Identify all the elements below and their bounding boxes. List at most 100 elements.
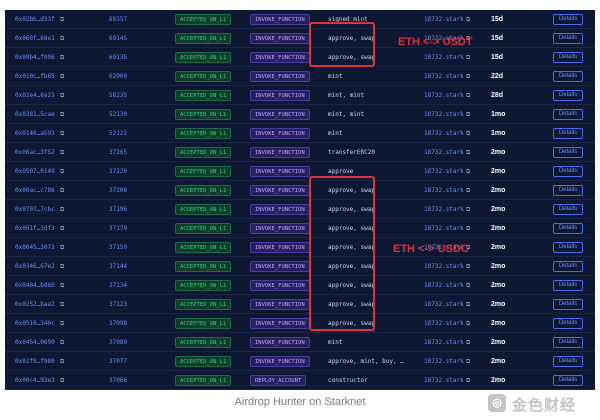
details-button[interactable]: Details — [553, 356, 583, 367]
copy-icon[interactable]: ⧉ — [466, 371, 474, 390]
copy-icon[interactable]: ⧉ — [60, 371, 68, 390]
copy-icon[interactable]: ⧉ — [466, 105, 474, 124]
copy-icon[interactable]: ⧉ — [60, 314, 68, 333]
sender-link[interactable]: 18732.stark — [424, 181, 470, 200]
block-number-link[interactable]: 37066 — [109, 371, 139, 390]
copy-icon[interactable]: ⧉ — [466, 257, 474, 276]
block-number-link[interactable]: 52130 — [109, 105, 139, 124]
copy-icon[interactable]: ⧉ — [60, 257, 68, 276]
sender-link[interactable]: 18732.stark — [424, 257, 470, 276]
copy-icon[interactable]: ⧉ — [466, 352, 474, 371]
details-button[interactable]: Details — [553, 185, 583, 196]
copy-icon[interactable]: ⧉ — [466, 314, 474, 333]
details-button[interactable]: Details — [553, 299, 583, 310]
details-button[interactable]: Details — [553, 109, 583, 120]
copy-icon[interactable]: ⧉ — [466, 219, 474, 238]
block-number-link[interactable]: 37196 — [109, 200, 139, 219]
block-number-link[interactable]: 37123 — [109, 295, 139, 314]
block-number-link[interactable]: 69135 — [109, 48, 139, 67]
copy-icon[interactable]: ⧉ — [60, 276, 68, 295]
sender-link[interactable]: 18732.stark — [424, 105, 470, 124]
copy-icon[interactable]: ⧉ — [466, 333, 474, 352]
block-number-link[interactable]: 62900 — [109, 67, 139, 86]
copy-icon[interactable]: ⧉ — [466, 276, 474, 295]
block-number-link[interactable]: 37159 — [109, 238, 139, 257]
block-number-link[interactable]: 69157 — [109, 10, 139, 29]
copy-icon[interactable]: ⧉ — [60, 333, 68, 352]
copy-icon[interactable]: ⧉ — [60, 29, 68, 48]
sender-link[interactable]: 18732.stark — [424, 162, 470, 181]
sender-link[interactable]: 18732.stark — [424, 333, 470, 352]
sender-link[interactable]: 18732.stark — [424, 10, 470, 29]
sender-link[interactable]: 18732.stark — [424, 295, 470, 314]
details-button[interactable]: Details — [553, 52, 583, 63]
block-number-link[interactable]: 37134 — [109, 276, 139, 295]
details-button[interactable]: Details — [553, 166, 583, 177]
block-number-link[interactable]: 58235 — [109, 86, 139, 105]
copy-icon[interactable]: ⧉ — [60, 181, 68, 200]
sender-link[interactable]: 18732.stark — [424, 86, 470, 105]
copy-icon[interactable]: ⧉ — [60, 143, 68, 162]
block-number-link[interactable]: 37220 — [109, 162, 139, 181]
copy-icon[interactable]: ⧉ — [466, 48, 474, 67]
copy-icon[interactable]: ⧉ — [466, 143, 474, 162]
details-button[interactable]: Details — [553, 223, 583, 234]
details-button[interactable]: Details — [553, 14, 583, 25]
copy-icon[interactable]: ⧉ — [60, 10, 68, 29]
copy-icon[interactable]: ⧉ — [60, 86, 68, 105]
block-number-link[interactable]: 37179 — [109, 219, 139, 238]
copy-icon[interactable]: ⧉ — [60, 219, 68, 238]
copy-icon[interactable]: ⧉ — [60, 295, 68, 314]
details-button[interactable]: Details — [553, 204, 583, 215]
sender-link[interactable]: 18732.stark — [424, 67, 470, 86]
copy-icon[interactable]: ⧉ — [60, 105, 68, 124]
block-number-link[interactable]: 37206 — [109, 181, 139, 200]
tx-type-badge: INVOKE_FUNCTION — [250, 185, 310, 196]
sender-link[interactable]: 18732.stark — [424, 352, 470, 371]
tx-type-badge: INVOKE_FUNCTION — [250, 147, 310, 158]
sender-link[interactable]: 18732.stark — [424, 314, 470, 333]
copy-icon[interactable]: ⧉ — [466, 200, 474, 219]
copy-icon[interactable]: ⧉ — [60, 48, 68, 67]
copy-icon[interactable]: ⧉ — [466, 10, 474, 29]
copy-icon[interactable]: ⧉ — [466, 67, 474, 86]
sender-link[interactable]: 18732.stark — [424, 124, 470, 143]
sender-link[interactable]: 18732.stark — [424, 200, 470, 219]
calls-text: mint, mint — [328, 92, 365, 99]
details-button[interactable]: Details — [553, 337, 583, 348]
sender-link[interactable]: 18732.stark — [424, 48, 470, 67]
details-button[interactable]: Details — [553, 147, 583, 158]
sender-link[interactable]: 18732.stark — [424, 276, 470, 295]
details-button[interactable]: Details — [553, 33, 583, 44]
sender-link[interactable]: 18732.stark — [424, 219, 470, 238]
block-number-link[interactable]: 37265 — [109, 143, 139, 162]
copy-icon[interactable]: ⧉ — [60, 124, 68, 143]
details-button[interactable]: Details — [553, 128, 583, 139]
copy-icon[interactable]: ⧉ — [60, 352, 68, 371]
block-number-link[interactable]: 37144 — [109, 257, 139, 276]
details-button[interactable]: Details — [553, 375, 583, 386]
copy-icon[interactable]: ⧉ — [60, 200, 68, 219]
copy-icon[interactable]: ⧉ — [466, 124, 474, 143]
block-number-link[interactable]: 37077 — [109, 352, 139, 371]
copy-icon[interactable]: ⧉ — [60, 238, 68, 257]
copy-icon[interactable]: ⧉ — [60, 67, 68, 86]
details-button[interactable]: Details — [553, 318, 583, 329]
block-number-link[interactable]: 37098 — [109, 314, 139, 333]
copy-icon[interactable]: ⧉ — [466, 86, 474, 105]
age-text: 1mo — [491, 111, 506, 118]
details-button[interactable]: Details — [553, 90, 583, 101]
sender-link[interactable]: 18732.stark — [424, 143, 470, 162]
copy-icon[interactable]: ⧉ — [466, 181, 474, 200]
block-number-link[interactable]: 69145 — [109, 29, 139, 48]
block-number-link[interactable]: 52122 — [109, 124, 139, 143]
copy-icon[interactable]: ⧉ — [466, 162, 474, 181]
block-number-link[interactable]: 37089 — [109, 333, 139, 352]
details-button[interactable]: Details — [553, 242, 583, 253]
details-button[interactable]: Details — [553, 71, 583, 82]
details-button[interactable]: Details — [553, 280, 583, 291]
copy-icon[interactable]: ⧉ — [60, 162, 68, 181]
copy-icon[interactable]: ⧉ — [466, 295, 474, 314]
sender-link[interactable]: 18732.stark — [424, 371, 470, 390]
details-button[interactable]: Details — [553, 261, 583, 272]
